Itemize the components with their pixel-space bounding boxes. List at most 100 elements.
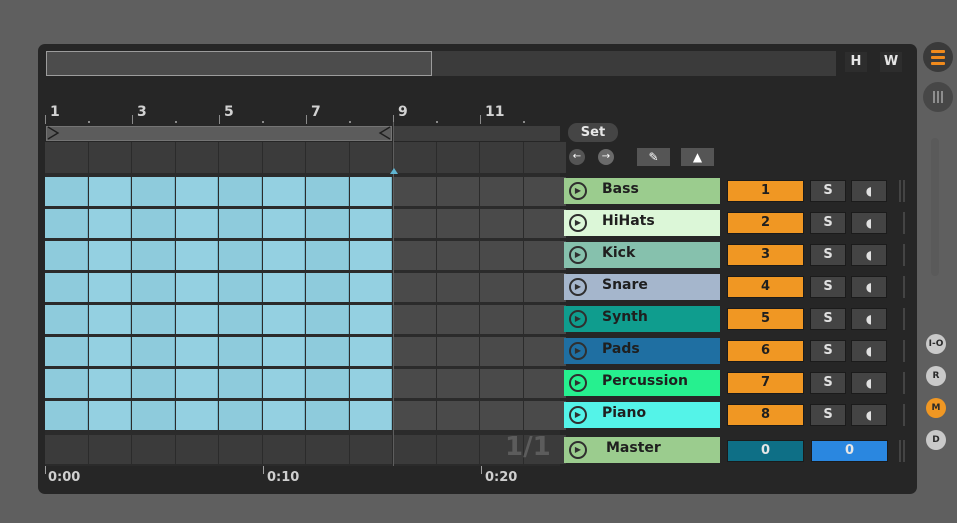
empty-cell[interactable]	[219, 142, 262, 173]
clip-cell[interactable]	[45, 241, 88, 270]
empty-cell[interactable]	[436, 273, 479, 302]
empty-cell[interactable]	[393, 435, 436, 464]
track-activator[interactable]: 7	[727, 372, 804, 394]
clip-cell[interactable]	[262, 273, 305, 302]
monitor-icon[interactable]: ◖	[851, 212, 887, 234]
clip-cell[interactable]	[219, 305, 262, 334]
clip-grid[interactable]	[45, 142, 566, 466]
empty-cell[interactable]	[436, 177, 479, 206]
empty-cell[interactable]	[393, 177, 436, 206]
delay-toggle[interactable]: D	[926, 430, 946, 450]
menu-icon[interactable]	[923, 42, 953, 72]
empty-cell[interactable]	[393, 209, 436, 238]
empty-cell[interactable]	[175, 435, 218, 464]
empty-cell[interactable]	[436, 337, 479, 366]
empty-cell[interactable]	[175, 142, 218, 173]
empty-cell[interactable]	[393, 241, 436, 270]
clip-cell[interactable]	[175, 177, 218, 206]
clip-cell[interactable]	[306, 241, 349, 270]
clip-cell[interactable]	[306, 337, 349, 366]
clip-cell[interactable]	[262, 369, 305, 398]
overview-selection[interactable]	[46, 51, 432, 76]
clip-cell[interactable]	[175, 369, 218, 398]
monitor-icon[interactable]: ◖	[851, 372, 887, 394]
play-icon[interactable]: ▶	[569, 441, 587, 459]
master-volume[interactable]: 0	[727, 440, 804, 462]
solo-button[interactable]: S	[810, 404, 846, 426]
play-icon[interactable]: ▶	[569, 342, 587, 360]
clip-cell[interactable]	[45, 401, 88, 430]
track-header-hihats[interactable]: ▶ HiHats	[564, 210, 720, 236]
clip-cell[interactable]	[349, 177, 392, 206]
clip-cell[interactable]	[262, 337, 305, 366]
empty-cell[interactable]	[523, 273, 566, 302]
empty-cell[interactable]	[480, 369, 523, 398]
clip-cell[interactable]	[349, 209, 392, 238]
empty-cell[interactable]	[349, 435, 392, 464]
track-header-kick[interactable]: ▶ Kick	[564, 242, 720, 268]
empty-cell[interactable]	[393, 369, 436, 398]
track-header-synth[interactable]: ▶ Synth	[564, 306, 720, 332]
monitor-icon[interactable]: ◖	[851, 244, 887, 266]
clip-cell[interactable]	[132, 305, 175, 334]
clip-cell[interactable]	[306, 369, 349, 398]
clip-cell[interactable]	[45, 273, 88, 302]
clip-cell[interactable]	[88, 401, 131, 430]
clip-cell[interactable]	[349, 401, 392, 430]
clip-cell[interactable]	[175, 305, 218, 334]
clip-cell[interactable]	[132, 241, 175, 270]
clip-cell[interactable]	[349, 369, 392, 398]
empty-cell[interactable]	[480, 209, 523, 238]
loop-brace[interactable]	[46, 126, 392, 141]
clip-cell[interactable]	[306, 273, 349, 302]
play-icon[interactable]: ▶	[569, 182, 587, 200]
empty-cell[interactable]	[262, 435, 305, 464]
empty-cell[interactable]	[393, 142, 436, 173]
clip-cell[interactable]	[132, 369, 175, 398]
clip-cell[interactable]	[306, 209, 349, 238]
clip-cell[interactable]	[262, 209, 305, 238]
w-button[interactable]: W	[880, 52, 902, 72]
empty-cell[interactable]	[480, 177, 523, 206]
solo-button[interactable]: S	[810, 180, 846, 202]
clip-cell[interactable]	[306, 177, 349, 206]
empty-cell[interactable]	[480, 142, 523, 173]
clip-cell[interactable]	[88, 177, 131, 206]
empty-cell[interactable]	[523, 177, 566, 206]
clip-cell[interactable]	[88, 241, 131, 270]
empty-cell[interactable]	[436, 435, 479, 464]
clip-cell[interactable]	[88, 305, 131, 334]
clip-cell[interactable]	[262, 177, 305, 206]
play-icon[interactable]: ▶	[569, 214, 587, 232]
empty-cell[interactable]	[132, 435, 175, 464]
clip-cell[interactable]	[219, 177, 262, 206]
clip-cell[interactable]	[349, 241, 392, 270]
track-activator[interactable]: 4	[727, 276, 804, 298]
back-arrow-icon[interactable]: ←	[569, 149, 585, 165]
clip-cell[interactable]	[175, 241, 218, 270]
solo-button[interactable]: S	[810, 372, 846, 394]
arrangement-overview[interactable]	[46, 51, 836, 76]
empty-cell[interactable]	[262, 142, 305, 173]
play-icon[interactable]: ▶	[569, 310, 587, 328]
empty-cell[interactable]	[480, 273, 523, 302]
lock-icon[interactable]: ▲	[681, 148, 714, 166]
empty-cell[interactable]	[349, 142, 392, 173]
clip-cell[interactable]	[175, 401, 218, 430]
solo-button[interactable]: S	[810, 340, 846, 362]
clip-cell[interactable]	[262, 241, 305, 270]
empty-cell[interactable]	[480, 241, 523, 270]
empty-cell[interactable]	[523, 305, 566, 334]
monitor-icon[interactable]: ◖	[851, 180, 887, 202]
monitor-icon[interactable]: ◖	[851, 308, 887, 330]
track-activator[interactable]: 2	[727, 212, 804, 234]
clip-cell[interactable]	[262, 401, 305, 430]
clip-cell[interactable]	[45, 177, 88, 206]
solo-button[interactable]: S	[810, 212, 846, 234]
clip-cell[interactable]	[349, 337, 392, 366]
clip-cell[interactable]	[306, 305, 349, 334]
empty-cell[interactable]	[523, 209, 566, 238]
empty-cell[interactable]	[393, 305, 436, 334]
play-icon[interactable]: ▶	[569, 406, 587, 424]
solo-button[interactable]: S	[810, 244, 846, 266]
